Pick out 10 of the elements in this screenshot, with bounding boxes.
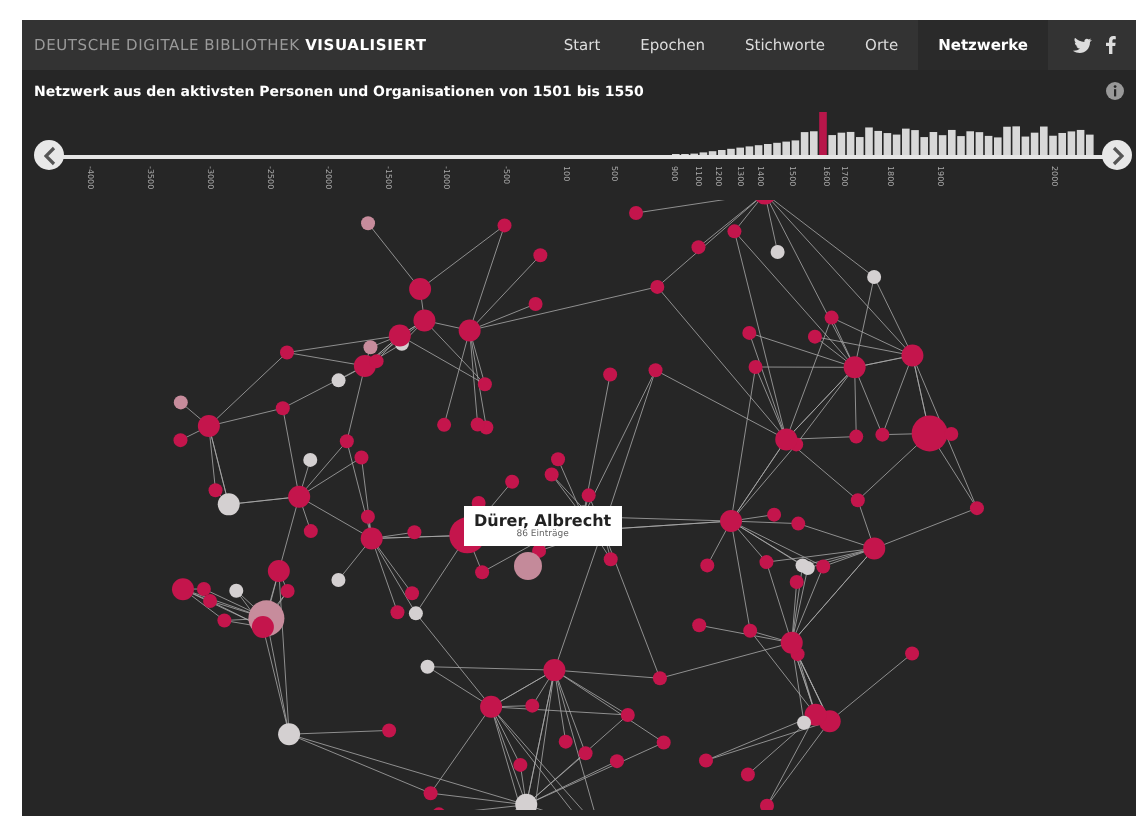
chevron-right-icon bbox=[1111, 145, 1123, 165]
info-icon[interactable] bbox=[1106, 82, 1124, 100]
chevron-left-icon bbox=[43, 145, 55, 165]
person-name: Dürer, Albrecht bbox=[474, 512, 612, 530]
bird-icon[interactable] bbox=[1072, 37, 1092, 53]
selected-node[interactable] bbox=[514, 552, 542, 580]
facebook-icon[interactable] bbox=[1106, 36, 1116, 54]
network-drawing[interactable] bbox=[171, 200, 984, 810]
previous-button[interactable] bbox=[34, 140, 64, 170]
next-button[interactable] bbox=[1102, 140, 1132, 170]
